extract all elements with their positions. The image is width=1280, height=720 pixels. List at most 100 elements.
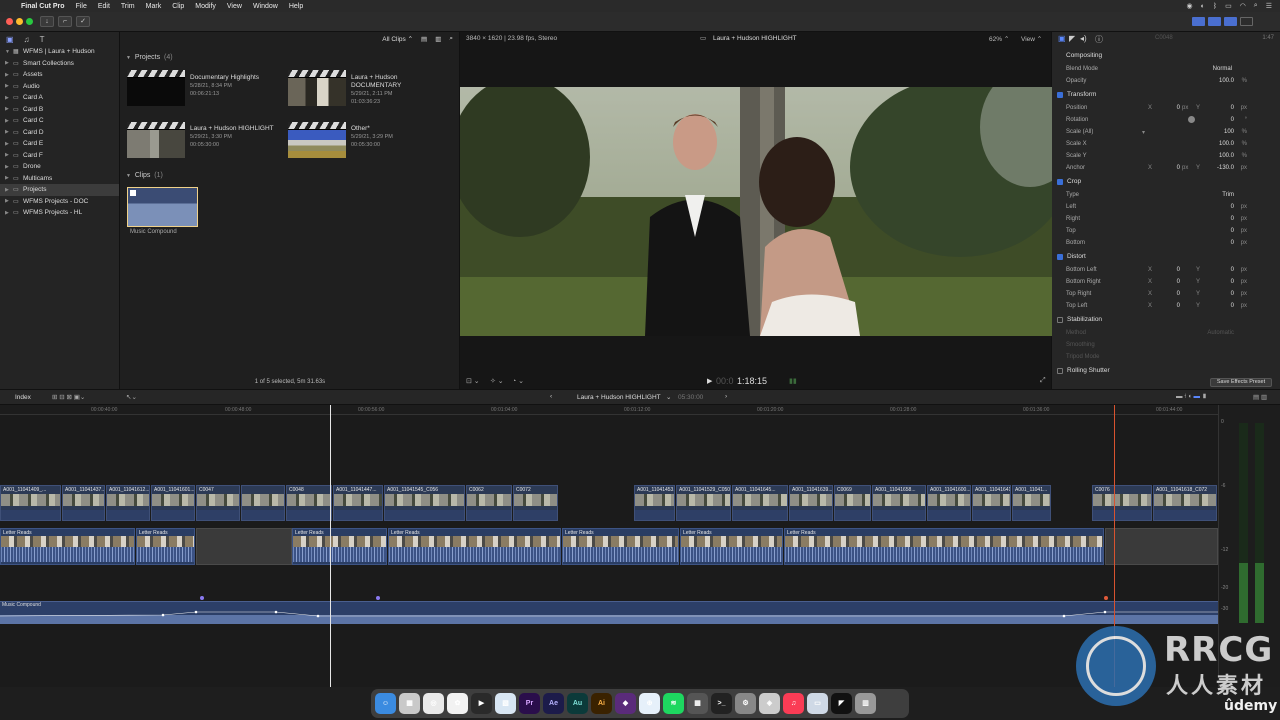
disclosure-icon[interactable]: ▶ <box>5 129 13 135</box>
distort-section[interactable]: Distort <box>1057 253 1086 260</box>
distort-top-left-row[interactable]: Top Left X 0 Y 0 px <box>1052 301 1280 313</box>
sidebar-item-card-f[interactable]: ▶ ▭ Card F <box>0 150 119 162</box>
video-clip[interactable]: C0069 <box>834 485 871 521</box>
import-button[interactable]: ↓ <box>40 16 54 27</box>
transform-checkbox[interactable] <box>1057 91 1063 98</box>
marker-icon[interactable] <box>200 596 204 600</box>
zoom-window-button[interactable] <box>26 18 33 25</box>
disclosure-icon[interactable]: ▶ <box>5 164 13 170</box>
disclosure-icon[interactable]: ▶ <box>5 95 13 101</box>
video-clip[interactable]: C0048 <box>286 485 332 521</box>
project-chevron-icon[interactable]: ⌄ <box>666 393 671 401</box>
sidebar-library[interactable]: ▼ ▦ WFMS | Laura + Hudson <box>0 46 119 58</box>
video-clip[interactable]: A001_11041545_C056 <box>384 485 465 521</box>
minimize-window-button[interactable] <box>16 18 23 25</box>
photos-audio-tab-icon[interactable]: ♫ <box>24 35 30 44</box>
video-clip[interactable]: A001_11041639... <box>789 485 833 521</box>
crop-type-value[interactable]: Trim <box>1222 192 1234 198</box>
video-clip[interactable]: A001_11041612... <box>106 485 150 521</box>
dock-unknown-icon[interactable]: ◤ <box>831 693 852 714</box>
view-dropdown[interactable]: View ⌃ <box>1021 35 1042 43</box>
dock-pr-icon[interactable]: Pr <box>519 693 540 714</box>
video-clip[interactable]: A001_11041437... <box>62 485 105 521</box>
sidebar-item-wfms-projects-doc[interactable]: ▶ ▭ WFMS Projects - DOC <box>0 196 119 208</box>
disclosure-icon[interactable]: ▶ <box>5 60 13 66</box>
video-clip[interactable]: A001_11041409_... <box>0 485 61 521</box>
disclosure-icon[interactable]: ▶ <box>5 198 13 204</box>
effects-browser-icon[interactable]: ▤ <box>1253 394 1259 401</box>
speed-icon[interactable]: ◔ ⌄ <box>512 377 524 385</box>
menu-mark[interactable]: Mark <box>146 3 162 10</box>
position-x-value[interactable]: 0 <box>1162 105 1180 111</box>
clip-appearance-icon[interactable]: ▥ <box>435 35 441 43</box>
control-center-icon[interactable]: ☰ <box>1266 2 1272 10</box>
bottom-left-y-value[interactable]: 0 <box>1231 267 1234 273</box>
distort-bottom-left-row[interactable]: Bottom Left X 0 Y 0 px <box>1052 265 1280 277</box>
sidebar-item-drone[interactable]: ▶ ▭ Drone <box>0 161 119 173</box>
letter-reads-clip[interactable]: Letter Reads <box>388 528 561 565</box>
position-row[interactable]: Position X 0 px Y 0 px <box>1052 103 1280 115</box>
video-clip[interactable]: A001_11041... <box>1012 485 1051 521</box>
menu-view[interactable]: View <box>227 3 242 10</box>
browser-toggle-icon[interactable] <box>1192 17 1205 26</box>
marker-icon[interactable] <box>376 596 380 600</box>
sidebar-item-card-c[interactable]: ▶ ▭ Card C <box>0 115 119 127</box>
distort-checkbox[interactable] <box>1057 253 1063 260</box>
anchor-x-value[interactable]: 0 <box>1162 165 1180 171</box>
filmstrip-view-icon[interactable]: ▤ <box>421 35 427 43</box>
dock-photos-icon[interactable]: ✿ <box>447 693 468 714</box>
scale-slider-icon[interactable]: ▾ <box>1142 129 1145 136</box>
menu-window[interactable]: Window <box>253 3 278 10</box>
letter-reads-clip[interactable]: Letter Reads <box>292 528 387 565</box>
libraries-tab-icon[interactable]: ▣ <box>6 35 14 44</box>
rotation-dial-icon[interactable] <box>1188 116 1195 123</box>
gap-clip[interactable] <box>196 528 292 565</box>
menu-clip[interactable]: Clip <box>172 3 184 10</box>
video-clip[interactable]: A001_11041641... <box>972 485 1011 521</box>
position-y-value[interactable]: 0 <box>1231 105 1234 111</box>
marker-icon[interactable] <box>1104 596 1108 600</box>
keyword-button[interactable]: ⌐ <box>58 16 72 27</box>
clips-section-header[interactable]: ▼ Clips (1) <box>126 172 163 179</box>
blend-mode-value[interactable]: Normal <box>1213 66 1232 72</box>
project-thumbnail-documentary[interactable] <box>288 70 346 106</box>
bluetooth-icon[interactable]: ᛒ <box>1213 3 1217 10</box>
dock-calculator-icon[interactable]: ▦ <box>687 693 708 714</box>
crop-bottom-row[interactable]: Bottom 0 px <box>1052 238 1280 250</box>
video-clip[interactable]: C0062 <box>466 485 512 521</box>
crop-right-value[interactable]: 0 <box>1231 216 1234 222</box>
video-clip[interactable]: C0072 <box>513 485 558 521</box>
bottom-right-x-value[interactable]: 0 <box>1162 279 1180 285</box>
dock-au-icon[interactable]: Au <box>567 693 588 714</box>
menu-edit[interactable]: Edit <box>98 3 110 10</box>
scale-y-value[interactable]: 100.0 <box>1219 153 1234 159</box>
index-button[interactable]: Index <box>15 394 31 401</box>
playhead[interactable] <box>330 405 331 687</box>
dock-finder-icon[interactable]: ☺ <box>375 693 396 714</box>
project-thumbnail-documentary-highlights[interactable] <box>127 70 185 106</box>
project-thumbnail-other[interactable] <box>288 122 346 158</box>
dock-ai-icon[interactable]: Ai <box>591 693 612 714</box>
crop-bottom-value[interactable]: 0 <box>1231 240 1234 246</box>
history-back-icon[interactable]: ‹ <box>550 393 552 400</box>
play-icon[interactable]: ▶ <box>707 377 712 385</box>
sidebar-item-projects[interactable]: ▶ ▭ Projects <box>0 184 119 196</box>
music-compound-track[interactable]: Music Compound <box>0 601 1218 624</box>
projects-section-header[interactable]: ▼ Projects (4) <box>126 54 173 61</box>
sidebar-item-smart-collections[interactable]: ▶ ▭ Smart Collections <box>0 58 119 70</box>
video-clip[interactable]: A001_11041645... <box>732 485 788 521</box>
timeline-project-name[interactable]: Laura + Hudson HIGHLIGHT <box>577 394 661 401</box>
timeline-area[interactable]: A001_11041409_... A001_11041437... A001_11… <box>0 405 1218 687</box>
solo-icon[interactable]: ▬ <box>1194 393 1201 400</box>
letter-reads-clip[interactable]: Letter Reads <box>680 528 783 565</box>
wifi-icon[interactable]: ◠ <box>1240 2 1246 10</box>
disclosure-icon[interactable]: ▶ <box>5 83 13 89</box>
sidebar-item-multicams[interactable]: ▶ ▭ Multicams <box>0 173 119 185</box>
top-left-y-value[interactable]: 0 <box>1231 303 1234 309</box>
letter-reads-clip[interactable]: Letter Reads <box>562 528 679 565</box>
video-clip[interactable]: A001_11041600... <box>927 485 971 521</box>
enhance-icon[interactable]: ✧ ⌄ <box>490 377 504 385</box>
dock-music-icon[interactable]: ♫ <box>783 693 804 714</box>
dock-preview2-icon[interactable]: ▭ <box>807 693 828 714</box>
video-clip[interactable]: A001_11041618_C072 <box>1153 485 1217 521</box>
